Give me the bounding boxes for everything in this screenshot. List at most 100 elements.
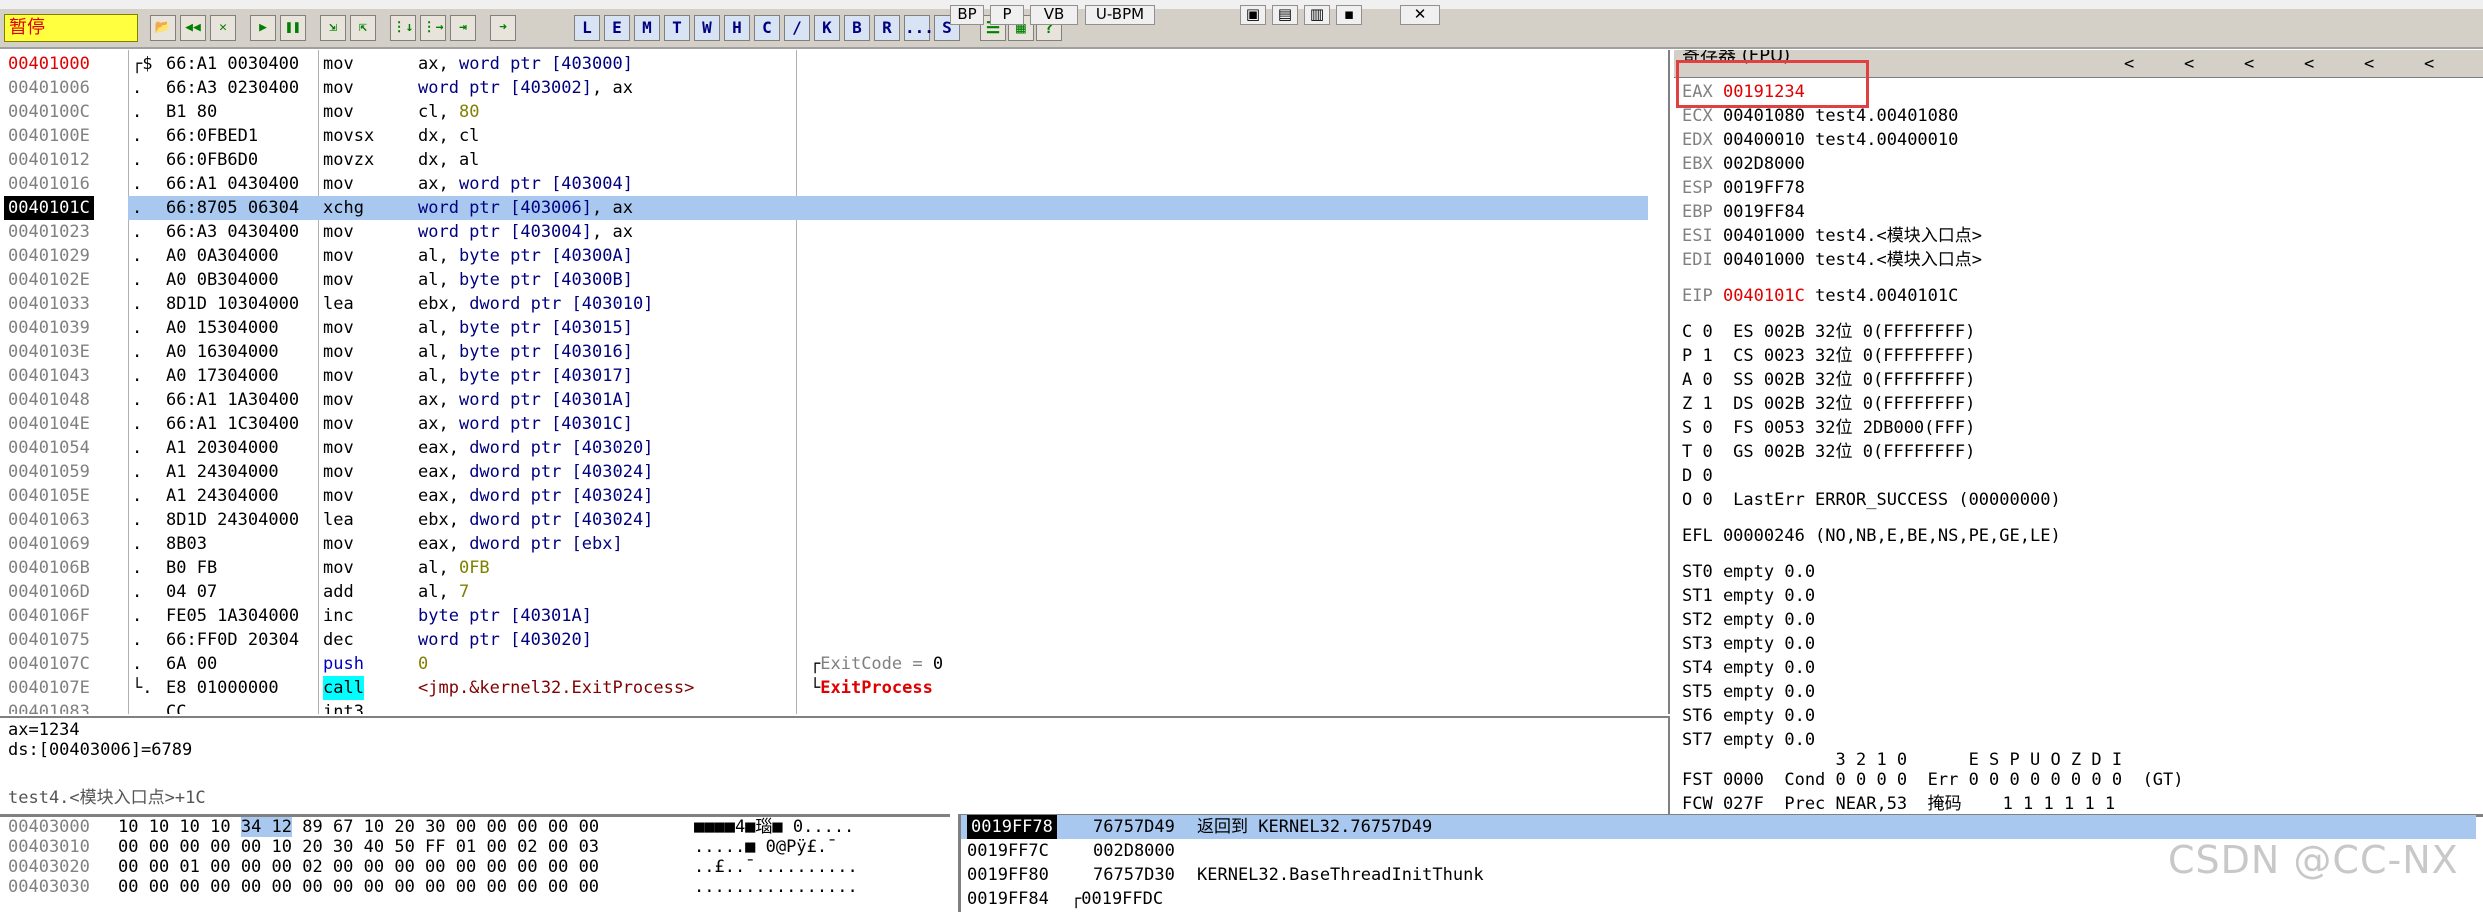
step-into-icon[interactable]: ⇲ xyxy=(320,15,346,41)
register-eip[interactable]: EIP 0040101C test4.0040101C xyxy=(1682,284,1958,308)
eflags-line[interactable]: EFL 00000246 (NO,NB,E,BE,NS,PE,GE,LE) xyxy=(1682,524,2061,548)
execute-till-return-icon[interactable]: ⇥ xyxy=(450,15,476,41)
app-icon-3[interactable]: ▥ xyxy=(1304,5,1330,25)
disasm-row[interactable]: 00401012. 66:0FB6D0 movzx dx, al xyxy=(0,148,1650,172)
disasm-row[interactable]: 00401016. 66:A1 0430400 mov ax, word ptr [4… xyxy=(0,172,1650,196)
disasm-row[interactable]: 00401083 CC int3 xyxy=(0,700,1650,714)
stack-row[interactable]: 0019FF84 ┌0019FFDC xyxy=(961,887,2483,911)
flag-line[interactable]: S 0 FS 0053 32位 2DB000(FFF) xyxy=(1682,416,1975,440)
goto-icon[interactable]: ➜ xyxy=(490,15,516,41)
fpu-register[interactable]: ST5 empty 0.0 xyxy=(1682,680,1815,704)
scroll-left-arrow[interactable]: < xyxy=(2244,52,2254,76)
flag-line[interactable]: T 0 GS 002B 32位 0(FFFFFFFF) xyxy=(1682,440,1975,464)
register-text: ST5 empty 0.0 xyxy=(1682,682,1816,702)
pause-icon[interactable]: ❚❚ xyxy=(280,15,306,41)
trace-into-icon[interactable]: ⋮↓ xyxy=(390,15,416,41)
bp-tab-u-bpm[interactable]: U-BPM xyxy=(1085,5,1155,25)
register-text: ST2 empty 0.0 xyxy=(1682,610,1816,630)
disasm-row[interactable]: 00401054. A1 20304000 mov eax, dword ptr [4… xyxy=(0,436,1650,460)
disasm-row[interactable]: 0040106D. 04 07 add al, 7 xyxy=(0,580,1650,604)
disasm-row[interactable]: 0040102E. A0 0B304000 mov al, byte ptr [403… xyxy=(0,268,1650,292)
fpu-register[interactable]: ST6 empty 0.0 xyxy=(1682,704,1815,728)
window-button-slash[interactable]: / xyxy=(784,15,810,41)
disasm-row[interactable]: 0040105E. A1 24304000 mov eax, dword ptr [4… xyxy=(0,484,1650,508)
flag-line[interactable]: D 0 xyxy=(1682,464,1713,488)
app-icon-1[interactable]: ▣ xyxy=(1240,5,1266,25)
register-ebx[interactable]: EBX 002D8000 xyxy=(1682,152,1805,176)
disasm-row[interactable]: 00401023. 66:A3 0430400 mov word ptr [40300… xyxy=(0,220,1650,244)
flag-line[interactable]: P 1 CS 0023 32位 0(FFFFFFFF) xyxy=(1682,344,1975,368)
fpu-register[interactable]: ST0 empty 0.0 xyxy=(1682,560,1815,584)
window-button-dots[interactable]: ... xyxy=(904,15,934,41)
window-button-C[interactable]: C xyxy=(754,15,780,41)
register-edi[interactable]: EDI 00401000 test4.<模块入口点> xyxy=(1682,248,1982,272)
open-icon[interactable]: 📂 xyxy=(150,15,176,41)
disasm-row[interactable]: 0040106B. B0 FB mov al, 0FB xyxy=(0,556,1650,580)
register-esp[interactable]: ESP 0019FF78 xyxy=(1682,176,1805,200)
bp-tab-vb[interactable]: VB xyxy=(1030,5,1078,25)
window-button-E[interactable]: E xyxy=(604,15,630,41)
stack-row[interactable]: 0019FF78 76757D49 返回到 KERNEL32.76757D49 xyxy=(961,815,2476,839)
trace-over-icon[interactable]: ⋮→ xyxy=(420,15,446,41)
disasm-row[interactable]: 0040106F. FE05 1A304000 inc byte ptr [40301… xyxy=(0,604,1650,628)
flag-line[interactable]: C 0 ES 002B 32位 0(FFFFFFFF) xyxy=(1682,320,1975,344)
fpu-status[interactable]: FST 0000 Cond 0 0 0 0 Err 0 0 0 0 0 0 0 … xyxy=(1682,768,2184,792)
close-icon[interactable]: ✕ xyxy=(210,15,236,41)
terminal-icon[interactable]: ▪ xyxy=(1336,5,1362,25)
bp-tab-p[interactable]: P xyxy=(990,5,1024,25)
fpu-register[interactable]: ST1 empty 0.0 xyxy=(1682,584,1815,608)
scroll-left-arrow[interactable]: < xyxy=(2424,52,2434,76)
scroll-left-arrow[interactable]: < xyxy=(2124,52,2134,76)
scroll-left-arrow[interactable]: < xyxy=(2184,52,2194,76)
window-button-L[interactable]: L xyxy=(574,15,600,41)
disasm-row[interactable]: 0040107C. 6A 00 push 0 ┌ExitCode = 0 xyxy=(0,652,1650,676)
register-esi[interactable]: ESI 00401000 test4.<模块入口点> xyxy=(1682,224,1982,248)
window-button-R[interactable]: R xyxy=(874,15,900,41)
disasm-row[interactable]: 00401075. 66:FF0D 20304 dec word ptr [40302… xyxy=(0,628,1650,652)
disassembly-pane[interactable]: 00401000 ┌$ 66:A1 0030400 mov ax, word ptr [… xyxy=(0,50,1670,714)
bp-tab-bp[interactable]: BP xyxy=(950,5,984,25)
scroll-left-arrow[interactable]: < xyxy=(2304,52,2314,76)
disasm-row[interactable]: 00401029. A0 0A304000 mov al, byte ptr [403… xyxy=(0,244,1650,268)
window-button-K[interactable]: K xyxy=(814,15,840,41)
fpu-register[interactable]: ST4 empty 0.0 xyxy=(1682,656,1815,680)
fpu-register[interactable]: ST2 empty 0.0 xyxy=(1682,608,1815,632)
disasm-row[interactable]: 00401063. 8D1D 24304000 lea ebx, dword ptr … xyxy=(0,508,1650,532)
disasm-row[interactable]: 0040100E. 66:0FBED1 movsx dx, cl xyxy=(0,124,1650,148)
flag-line[interactable]: O 0 LastErr ERROR_SUCCESS (00000000) xyxy=(1682,488,2061,512)
fpu-register[interactable]: ST3 empty 0.0 xyxy=(1682,632,1815,656)
memory-dump-pane[interactable]: 00403000 10 10 10 10 34 12 89 67 10 20 30… xyxy=(0,814,950,912)
flag-line[interactable]: A 0 SS 002B 32位 0(FFFFFFFF) xyxy=(1682,368,1975,392)
rewind-icon[interactable]: ◀◀ xyxy=(180,15,206,41)
fpu-control[interactable]: FCW 027F Prec NEAR,53 掩码 1 1 1 1 1 1 xyxy=(1682,792,2115,814)
disasm-row[interactable]: 00401006. 66:A3 0230400 mov word ptr [40300… xyxy=(0,76,1650,100)
app-icon-2[interactable]: ▤ xyxy=(1272,5,1298,25)
registers-pane[interactable]: 寄存器 (FPU) < < < < < < EAX 00191234 ECX 0040108… xyxy=(1674,50,2483,814)
disasm-row[interactable]: 00401043. A0 17304000 mov al, byte ptr [403… xyxy=(0,364,1650,388)
register-ebp[interactable]: EBP 0019FF84 xyxy=(1682,200,1805,224)
disasm-row[interactable]: 00401033. 8D1D 10304000 lea ebx, dword ptr … xyxy=(0,292,1650,316)
disasm-row[interactable]: 0040107E └. E8 01000000 call <jmp.&kernel32.… xyxy=(0,676,1650,700)
window-button-M[interactable]: M xyxy=(634,15,660,41)
disasm-row[interactable]: 00401039. A0 15304000 mov al, byte ptr [403… xyxy=(0,316,1650,340)
operand-part: ax, xyxy=(418,390,459,410)
window-button-W[interactable]: W xyxy=(694,15,720,41)
flag-line[interactable]: Z 1 DS 002B 32位 0(FFFFFFFF) xyxy=(1682,392,1975,416)
disasm-row[interactable]: 00401000 ┌$ 66:A1 0030400 mov ax, word ptr [… xyxy=(0,52,1650,76)
scroll-left-arrow[interactable]: < xyxy=(2364,52,2374,76)
disasm-row[interactable]: 0040103E. A0 16304000 mov al, byte ptr [403… xyxy=(0,340,1650,364)
operand-part: dword ptr [ebx] xyxy=(469,534,623,554)
window-button-T[interactable]: T xyxy=(664,15,690,41)
window-button-B[interactable]: B xyxy=(844,15,870,41)
window-close-button[interactable]: ✕ xyxy=(1400,5,1440,25)
disasm-row[interactable]: 00401048. 66:A1 1A30400 mov ax, word ptr [4… xyxy=(0,388,1650,412)
disasm-row[interactable]: 0040101C. 66:8705 06304 xchg word ptr [4030… xyxy=(4,196,1648,220)
run-icon[interactable]: ▶ xyxy=(250,15,276,41)
disasm-row[interactable]: 00401059. A1 24304000 mov eax, dword ptr [4… xyxy=(0,460,1650,484)
disasm-row[interactable]: 00401069. 8B03 mov eax, dword ptr [ebx] xyxy=(0,532,1650,556)
disasm-row[interactable]: 0040100C. B1 80 mov cl, 80 xyxy=(0,100,1650,124)
register-edx[interactable]: EDX 00400010 test4.00400010 xyxy=(1682,128,1958,152)
window-button-H[interactable]: H xyxy=(724,15,750,41)
step-over-icon[interactable]: ⇱ xyxy=(350,15,376,41)
disasm-row[interactable]: 0040104E. 66:A1 1C30400 mov ax, word ptr [4… xyxy=(0,412,1650,436)
